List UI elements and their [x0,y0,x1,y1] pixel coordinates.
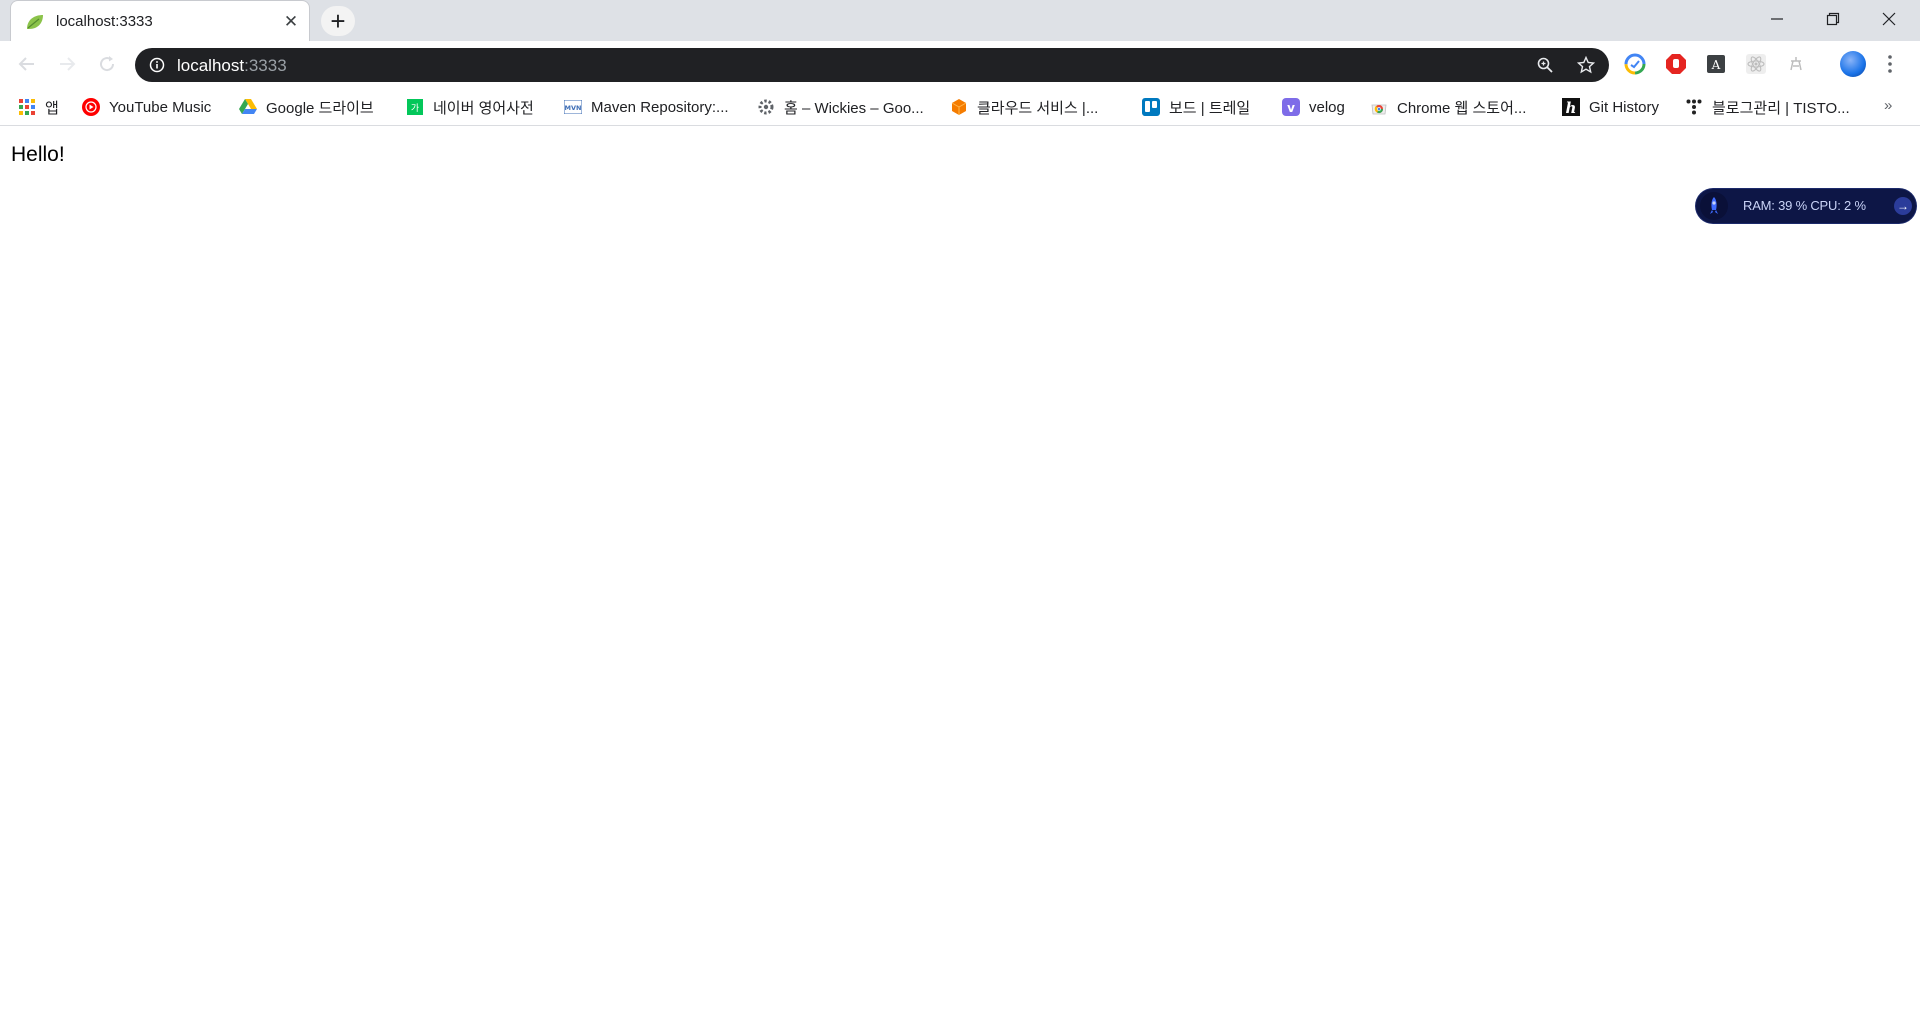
bookmark-label: velog [1309,98,1345,116]
bookmarks-overflow-icon[interactable]: » [1884,97,1892,114]
bookmark-apps[interactable]: 앱 [18,97,59,117]
chrome-webstore-icon [1370,98,1388,116]
info-icon[interactable] [149,57,165,73]
forward-button[interactable] [53,50,81,78]
trello-icon [1142,98,1160,116]
new-tab-button[interactable]: + [321,6,355,36]
bookmark-label: 보드 | 트레일 [1169,99,1251,117]
zoom-icon[interactable] [1536,56,1554,74]
bookmarks-bar: 앱 YouTube Music Google 드라이브 가 네이버 영어사전 M… [0,88,1920,126]
reload-button[interactable] [93,50,121,78]
adblock-icon[interactable] [1664,52,1688,76]
window-close-button[interactable] [1861,0,1917,38]
bookmark-tistory[interactable]: 블로그관리 | TISTO... [1685,97,1850,117]
bookmark-git-history[interactable]: h Git History [1562,97,1659,117]
arrow-left-icon [18,57,34,71]
bookmark-label: Git History [1589,98,1660,116]
bookmark-naver-dictionary[interactable]: 가 네이버 영어사전 [406,97,534,117]
restore-button[interactable] [1805,0,1861,38]
close-icon [1882,12,1896,26]
tab-close-icon[interactable]: ✕ [282,13,300,31]
svg-text:h: h [1566,99,1577,116]
tab-strip: localhost:3333 ✕ + [0,0,1920,41]
back-button[interactable] [13,50,41,78]
bookmark-youtube-music[interactable]: YouTube Music [82,97,211,117]
apps-grid-icon [18,98,36,116]
naver-dictionary-icon: 가 [406,98,424,116]
resource-usage-text: RAM: 39 % CPU: 2 % [1743,198,1866,213]
profile-avatar[interactable] [1840,51,1866,77]
page-hello-text: Hello! [11,143,65,166]
tistory-icon [1685,98,1703,116]
minimize-icon [1771,18,1783,20]
maven-icon: MVN [564,98,582,116]
bookmark-trello[interactable]: 보드 | 트레일 [1142,97,1250,117]
star-icon[interactable] [1577,56,1595,74]
velog-icon: v [1282,98,1300,116]
font-extension-icon[interactable]: A [1704,52,1728,76]
address-bar[interactable]: localhost:3333 [135,48,1609,82]
reload-icon [100,56,115,72]
bookmark-label: 네이버 영어사전 [433,99,534,117]
bookmark-maven[interactable]: MVN Maven Repository:... [564,97,729,117]
bookmark-label: 홈 – Wickies – Goo... [784,99,924,117]
bookmark-label: YouTube Music [109,98,212,116]
git-history-icon: h [1562,98,1580,116]
restore-icon [1826,12,1840,26]
bookmark-google-drive[interactable]: Google 드라이브 [239,97,374,117]
translate-extension-icon[interactable] [1784,52,1808,76]
bookmark-label: 클라우드 서비스 |... [977,99,1099,117]
bookmark-label: Google 드라이브 [266,99,374,117]
svg-text:v: v [1287,101,1295,115]
bookmark-label: 블로그관리 | TISTO... [1712,99,1850,117]
svg-text:A: A [1711,58,1721,72]
leaf-icon [27,15,43,29]
google-drive-icon [239,98,257,116]
svg-text:가: 가 [411,103,419,114]
resource-monitor-widget[interactable]: RAM: 39 % CPU: 2 % → [1696,189,1916,223]
youtube-music-icon [82,98,100,116]
minimize-button[interactable] [1749,0,1805,38]
react-devtools-icon[interactable] [1744,52,1768,76]
browser-toolbar: localhost:3333 A [0,41,1920,88]
bookmark-cloud-service[interactable]: 클라우드 서비스 |... [950,97,1098,117]
extension-color-icon[interactable] [1623,52,1647,76]
bookmark-wickies[interactable]: 홈 – Wickies – Goo... [757,97,924,117]
gear-icon [757,98,775,116]
arrow-right-icon[interactable]: → [1894,197,1912,215]
more-menu-icon[interactable] [1884,52,1896,76]
tab-localhost[interactable]: localhost:3333 ✕ [10,0,310,41]
rocket-icon [1700,192,1728,220]
bookmark-label: Maven Repository:... [591,98,729,116]
bookmark-chrome-webstore[interactable]: Chrome 웹 스토어... [1370,97,1526,117]
bookmark-velog[interactable]: v velog [1282,97,1345,117]
tab-title: localhost:3333 [56,13,153,30]
url-text[interactable]: localhost:3333 [177,56,287,76]
bookmark-label: Chrome 웹 스토어... [1397,99,1527,117]
arrow-right-icon [60,57,76,71]
cloud-cube-icon [950,98,968,116]
bookmark-label: 앱 [45,99,59,117]
svg-text:MVN: MVN [565,104,582,112]
